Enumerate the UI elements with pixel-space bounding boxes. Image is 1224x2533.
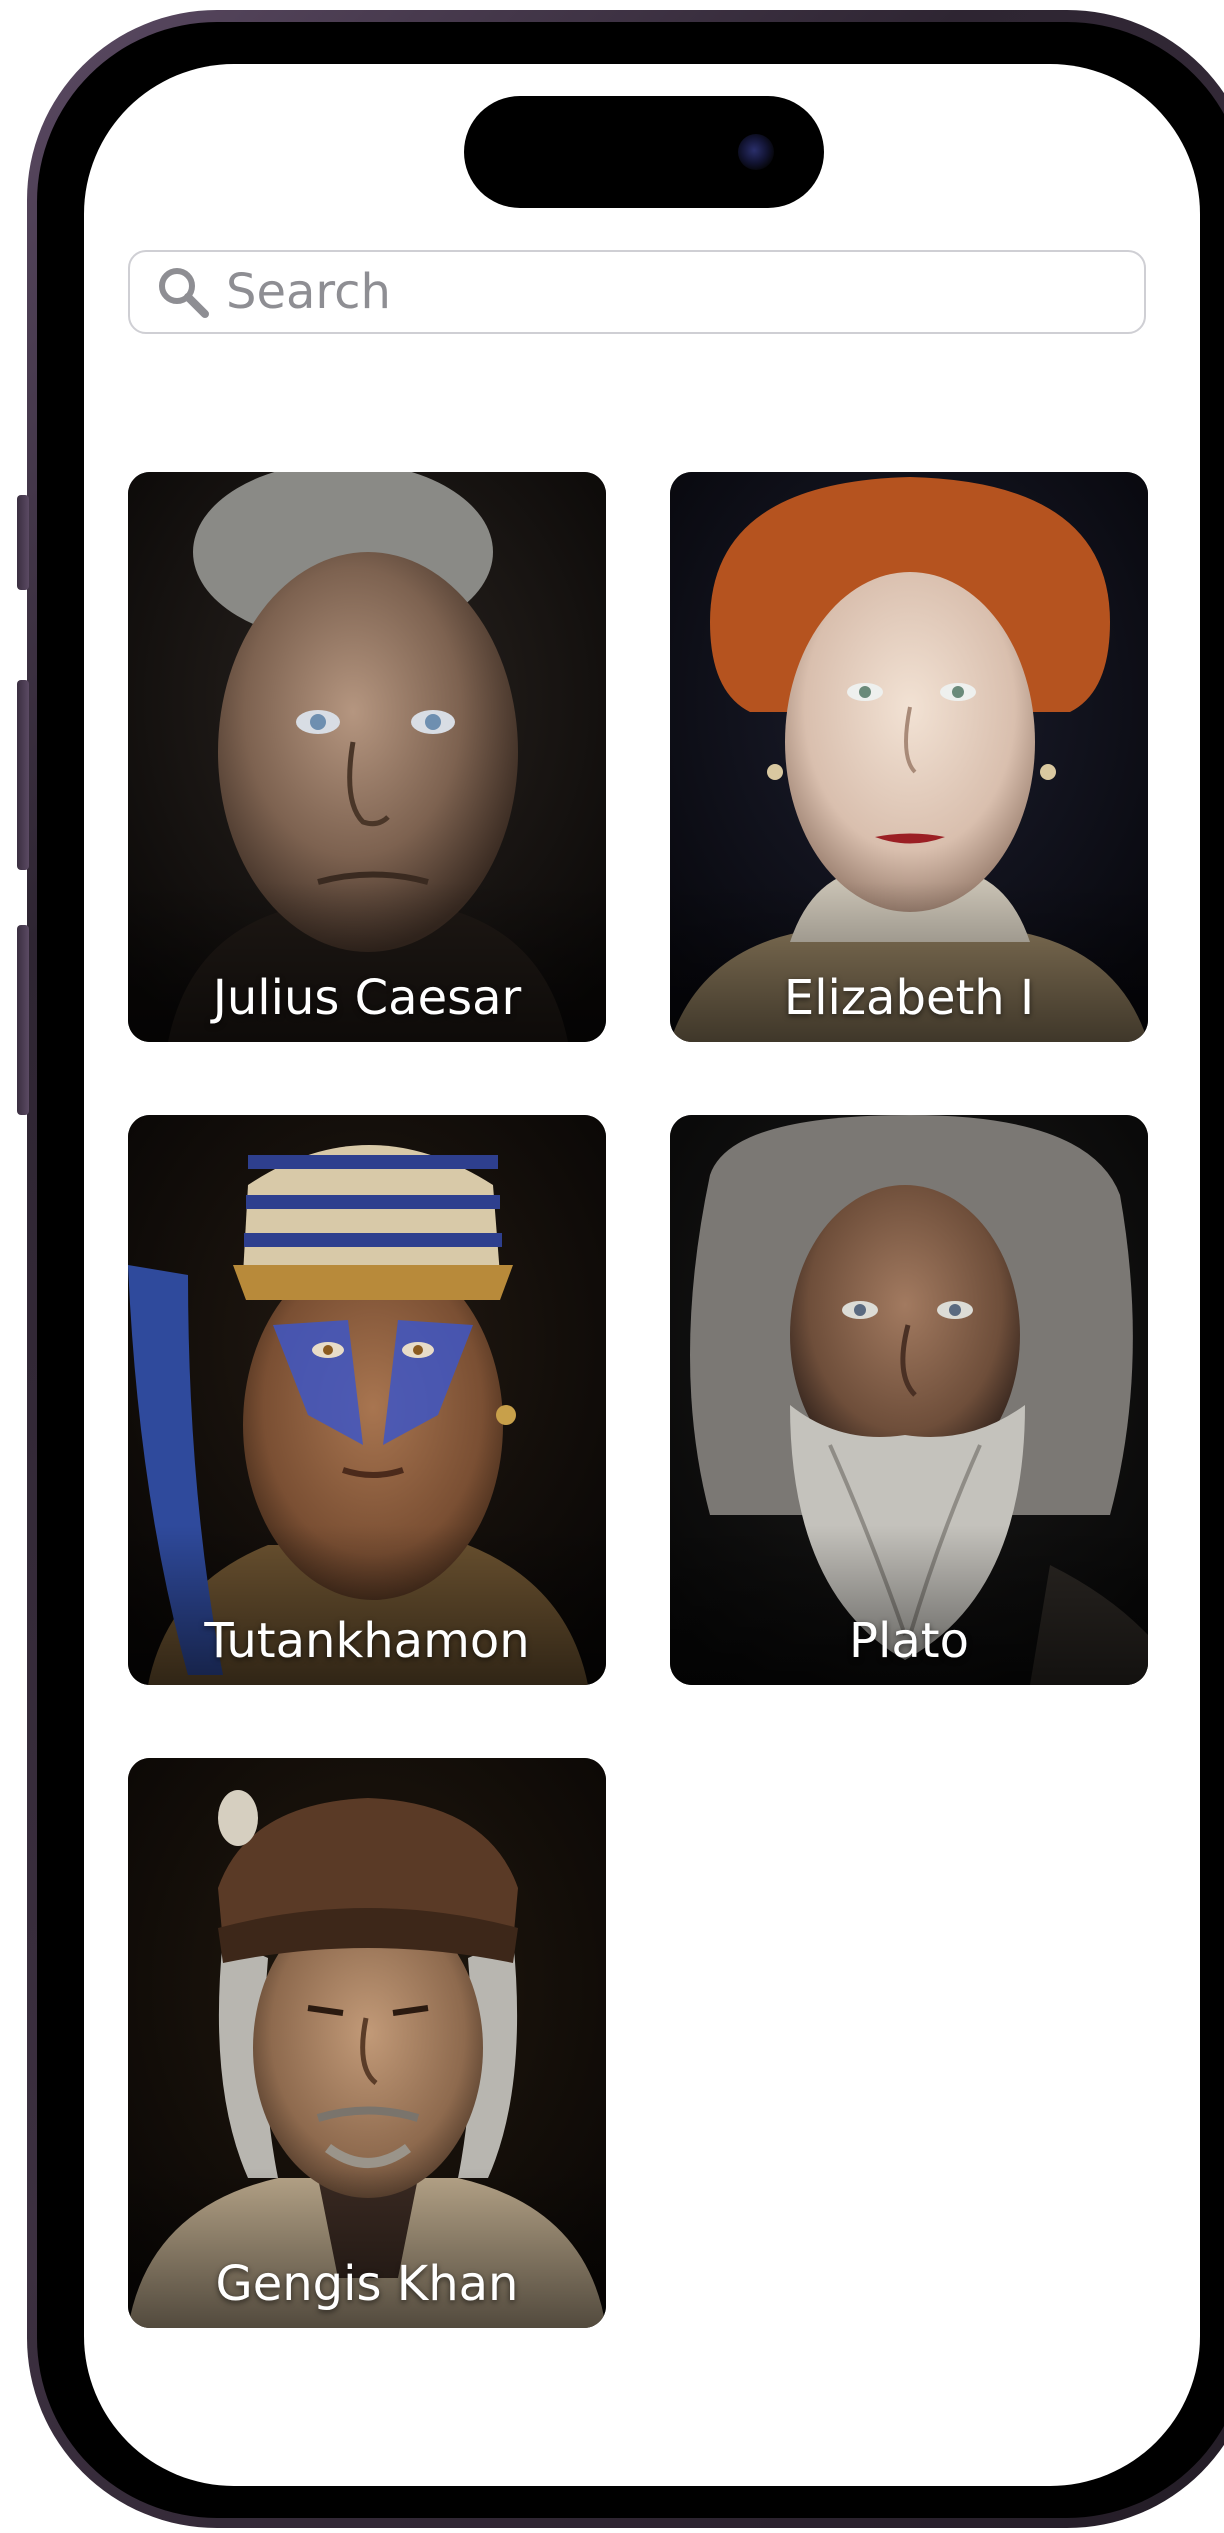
volume-up-button: [17, 680, 29, 870]
action-button: [17, 495, 29, 590]
dynamic-island: [464, 96, 824, 208]
search-input[interactable]: [226, 264, 1106, 320]
app-screen: Julius Caesar: [84, 64, 1200, 2486]
figure-name: Elizabeth I: [783, 970, 1035, 1027]
figure-name: Julius Caesar: [212, 970, 522, 1027]
camera-lens-icon: [738, 134, 774, 170]
figure-card-elizabeth-i[interactable]: Elizabeth I: [670, 472, 1148, 1042]
figure-name: Plato: [849, 1613, 969, 1670]
volume-down-button: [17, 925, 29, 1115]
search-icon: [154, 263, 212, 321]
figure-card-plato[interactable]: Plato: [670, 1115, 1148, 1685]
figure-name: Gengis Khan: [215, 2256, 519, 2313]
figure-card-julius-caesar[interactable]: Julius Caesar: [128, 472, 606, 1042]
figure-card-gengis-khan[interactable]: Gengis Khan: [128, 1758, 606, 2328]
figure-name: Tutankhamon: [204, 1613, 530, 1670]
search-bar[interactable]: [128, 250, 1146, 334]
figure-card-tutankhamon[interactable]: Tutankhamon: [128, 1115, 606, 1685]
